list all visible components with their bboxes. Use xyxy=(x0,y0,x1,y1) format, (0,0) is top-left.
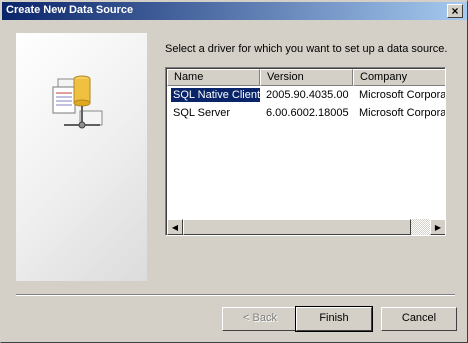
wizard-side-panel xyxy=(16,33,147,281)
list-header: Name Version Company xyxy=(167,69,445,86)
driver-list[interactable]: Name Version Company SQL Native Client 2… xyxy=(165,67,446,236)
list-item[interactable]: SQL Server 6.00.6002.18005 Microsoft Cor… xyxy=(167,104,446,122)
odbc-data-source-icon xyxy=(52,75,103,129)
driver-name: SQL Native Client xyxy=(171,88,260,102)
close-button[interactable]: × xyxy=(447,4,463,18)
scroll-track[interactable] xyxy=(183,219,430,235)
column-header-name[interactable]: Name xyxy=(167,69,260,86)
driver-version: 6.00.6002.18005 xyxy=(266,107,349,119)
scroll-left-button[interactable]: ◀ xyxy=(167,219,183,235)
scroll-thumb[interactable] xyxy=(183,219,411,235)
scroll-right-button[interactable]: ▶ xyxy=(430,219,445,235)
driver-company: Microsoft Corporation xyxy=(359,89,446,101)
driver-company: Microsoft Corporation xyxy=(359,107,446,119)
close-icon: × xyxy=(451,4,459,18)
instruction-text: Select a driver for which you want to se… xyxy=(165,43,448,55)
window-title: Create New Data Source xyxy=(6,4,134,16)
dialog-window: Create New Data Source × Select a driver… xyxy=(0,0,468,343)
title-bar[interactable]: Create New Data Source × xyxy=(2,2,467,20)
driver-name: SQL Server xyxy=(173,107,231,119)
driver-version: 2005.90.4035.00 xyxy=(266,89,349,101)
finish-button[interactable]: Finish xyxy=(295,306,373,332)
separator xyxy=(16,294,455,296)
cancel-button[interactable]: Cancel xyxy=(381,307,457,331)
horizontal-scrollbar[interactable]: ◀ ▶ xyxy=(167,219,445,235)
list-item[interactable]: SQL Native Client 2005.90.4035.00 Micros… xyxy=(167,86,446,104)
column-header-version[interactable]: Version xyxy=(260,69,353,86)
column-header-company[interactable]: Company xyxy=(353,69,445,86)
back-button[interactable]: < Back xyxy=(222,307,298,331)
arrow-left-icon: ◀ xyxy=(171,222,179,232)
arrow-right-icon: ▶ xyxy=(434,222,442,232)
